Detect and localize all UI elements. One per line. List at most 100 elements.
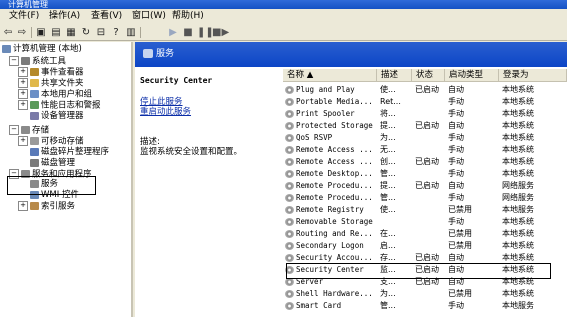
restart-service-icon[interactable]: ■▶ bbox=[212, 27, 229, 38]
service-description bbox=[380, 216, 412, 228]
tree-node[interactable]: − 系统工具 bbox=[9, 56, 66, 67]
removable-storage-icon bbox=[30, 137, 39, 145]
tree-node[interactable]: + 共享文件夹 bbox=[18, 78, 84, 89]
up-level-icon[interactable]: ▣ bbox=[35, 27, 47, 38]
table-row[interactable]: Smart Card 管... 手动 本地服务 bbox=[283, 300, 567, 312]
indexing-icon bbox=[30, 202, 39, 210]
service-description: 使... bbox=[380, 85, 396, 94]
start-service-icon[interactable]: ▶ bbox=[167, 27, 179, 38]
table-row[interactable]: Remote Procedu... 管... 手动 网络服务 bbox=[283, 192, 567, 204]
description-text: 监视系统安全设置和配置。 bbox=[140, 147, 243, 157]
toolbar: ⇦ ⇨ ▣ ▤ ▦ ↻ ⊟ ? ▥ ▶ ■ ❚❚ ■▶ bbox=[0, 24, 567, 41]
tree-node[interactable]: 磁盘碎片整理程序 bbox=[18, 147, 109, 158]
services-list: 名称 ▲ 描述 状态 启动类型 登录为 Plug and Play 使... 已启动 自动 本地系… bbox=[283, 69, 567, 317]
services-icon bbox=[143, 49, 153, 58]
tree-node-label: 本地用户和组 bbox=[41, 89, 93, 100]
table-row[interactable]: Print Spooler 将... 手动 本地系统 bbox=[283, 108, 567, 120]
help-icon[interactable]: ? bbox=[110, 27, 122, 38]
tree-node[interactable]: 计算机管理 (本地) bbox=[2, 44, 82, 55]
service-gear-icon bbox=[285, 218, 294, 226]
service-logon-as: 本地系统 bbox=[502, 145, 534, 154]
service-status bbox=[415, 168, 445, 180]
table-row[interactable]: Portable Media... Ret... 手动 本地系统 bbox=[283, 96, 567, 108]
table-row[interactable]: Removable Storage 手动 本地系统 bbox=[283, 216, 567, 228]
stop-service-icon[interactable]: ■ bbox=[182, 27, 194, 38]
tree-node[interactable]: + 性能日志和警报 bbox=[18, 100, 101, 111]
column-logon-as-header[interactable]: 登录为 bbox=[499, 69, 567, 82]
tree-node-label: 性能日志和警报 bbox=[41, 100, 101, 111]
tree-node[interactable]: 磁盘管理 bbox=[18, 158, 75, 169]
tree-node-label: 系统工具 bbox=[32, 56, 67, 67]
tree-node[interactable]: + 可移动存储 bbox=[18, 136, 84, 147]
device-manager-icon bbox=[30, 111, 39, 120]
table-row[interactable]: Remote Procedu... 提... 已启动 自动 网络服务 bbox=[283, 180, 567, 192]
shared-folder-icon bbox=[30, 79, 39, 87]
menu-view[interactable]: 查看(V) bbox=[91, 11, 122, 22]
menu-file[interactable]: 文件(F) bbox=[9, 11, 39, 22]
service-logon-as: 网络服务 bbox=[502, 181, 534, 190]
service-startup-type: 已禁用 bbox=[448, 241, 472, 250]
column-status-header[interactable]: 状态 bbox=[412, 69, 445, 82]
menu-help[interactable]: 帮助(H) bbox=[172, 11, 204, 22]
expand-icon[interactable]: + bbox=[18, 78, 28, 88]
expand-icon[interactable]: + bbox=[18, 136, 28, 146]
tree-node-label: 可移动存储 bbox=[41, 136, 84, 147]
column-name-header[interactable]: 名称 ▲ bbox=[283, 69, 377, 82]
pause-service-icon[interactable]: ❚❚ bbox=[197, 27, 214, 38]
table-row[interactable]: Secondary Logon 启... 已禁用 本地系统 bbox=[283, 240, 567, 252]
service-name-label: Remote Desktop... bbox=[296, 169, 373, 178]
tree-node[interactable]: 设备管理器 bbox=[18, 111, 84, 122]
tree-node-label: 索引服务 bbox=[41, 201, 76, 212]
collapse-icon[interactable]: − bbox=[9, 56, 19, 66]
show-hide-tree-icon[interactable]: ▤ bbox=[50, 27, 62, 38]
service-status bbox=[415, 132, 445, 144]
expand-icon[interactable]: + bbox=[18, 100, 28, 110]
refresh-icon[interactable]: ↻ bbox=[80, 27, 92, 38]
column-startup-type-header[interactable]: 启动类型 bbox=[445, 69, 499, 82]
tree-node-label: 事件查看器 bbox=[41, 67, 84, 78]
tree-node[interactable]: − 存储 bbox=[9, 125, 49, 136]
selected-node-outline bbox=[7, 176, 96, 195]
tools-icon bbox=[21, 57, 30, 65]
tree-node[interactable]: + 本地用户和组 bbox=[18, 89, 92, 100]
table-row[interactable]: Routing and Re... 在... 已禁用 本地系统 bbox=[283, 228, 567, 240]
export-list-icon[interactable]: ⊟ bbox=[95, 27, 107, 38]
service-startup-type: 手动 bbox=[448, 193, 464, 202]
column-description-header[interactable]: 描述 bbox=[377, 69, 412, 82]
menu-action[interactable]: 操作(A) bbox=[49, 11, 80, 22]
table-row[interactable]: Remote Desktop... 管... 手动 本地系统 bbox=[283, 168, 567, 180]
tree-node[interactable]: + 事件查看器 bbox=[18, 67, 84, 78]
table-row[interactable]: Shell Hardware... 为... 已禁用 本地系统 bbox=[283, 288, 567, 300]
service-gear-icon bbox=[285, 290, 294, 298]
service-logon-as: 本地服务 bbox=[502, 205, 534, 214]
table-row[interactable]: Remote Access ... 创... 已启动 手动 本地系统 bbox=[283, 156, 567, 168]
service-gear-icon bbox=[285, 182, 294, 190]
collapse-icon[interactable]: − bbox=[9, 125, 19, 135]
service-status bbox=[415, 108, 445, 120]
service-status: 已启动 bbox=[415, 85, 439, 94]
restart-service-link[interactable]: 重启动此服务 bbox=[140, 107, 191, 118]
table-row[interactable]: Remote Access ... 无... 手动 本地系统 bbox=[283, 144, 567, 156]
table-row[interactable]: Protected Storage 提... 已启动 自动 本地系统 bbox=[283, 120, 567, 132]
view-icon[interactable]: ▥ bbox=[125, 27, 137, 38]
tree-node-label: 共享文件夹 bbox=[41, 78, 84, 89]
service-logon-as: 本地系统 bbox=[502, 133, 534, 142]
expand-icon[interactable]: + bbox=[18, 67, 28, 77]
menu-window[interactable]: 窗口(W) bbox=[132, 11, 166, 22]
expand-icon[interactable]: + bbox=[18, 201, 28, 211]
service-name-label: Secondary Logon bbox=[296, 241, 364, 250]
table-row[interactable]: Remote Registry 使... 已禁用 本地服务 bbox=[283, 204, 567, 216]
tree-node[interactable]: + 索引服务 bbox=[18, 201, 75, 212]
expand-icon[interactable]: + bbox=[18, 89, 28, 99]
service-logon-as: 本地系统 bbox=[502, 97, 534, 106]
services-header-title: 服务 bbox=[156, 49, 175, 59]
tree-node-label: 设备管理器 bbox=[41, 111, 84, 121]
service-name-label: Remote Procedu... bbox=[296, 193, 373, 202]
properties-icon[interactable]: ▦ bbox=[65, 27, 77, 38]
back-icon[interactable]: ⇦ bbox=[2, 27, 14, 38]
table-row[interactable]: Plug and Play 使... 已启动 自动 本地系统 bbox=[283, 84, 567, 96]
forward-icon[interactable]: ⇨ bbox=[16, 27, 28, 38]
table-row[interactable]: QoS RSVP 为... 手动 本地系统 bbox=[283, 132, 567, 144]
service-name-label: Protected Storage bbox=[296, 121, 373, 130]
service-description: 管... bbox=[380, 169, 396, 178]
